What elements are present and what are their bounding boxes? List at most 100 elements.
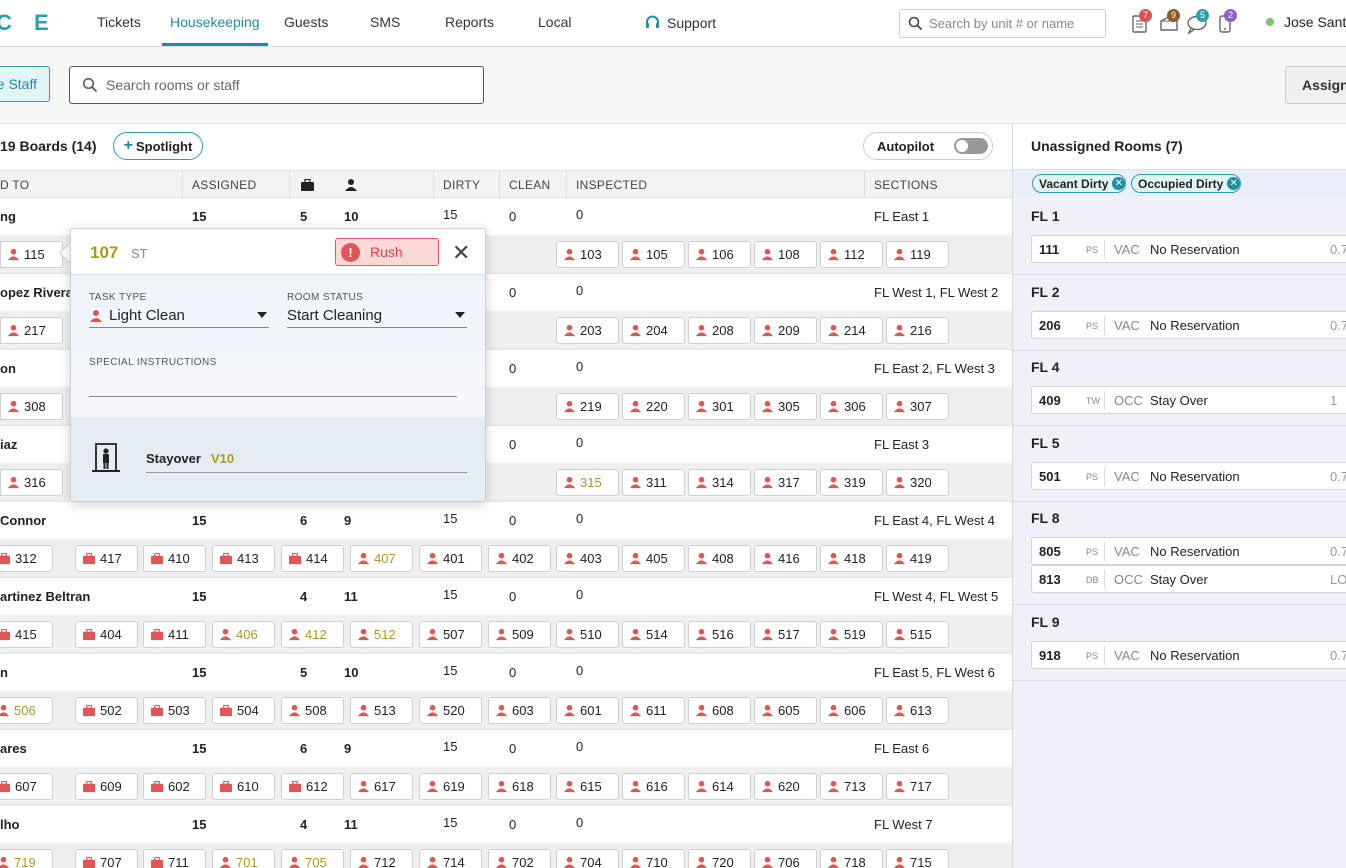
room-chip[interactable]: 719 [0, 849, 53, 868]
close-icon[interactable]: ✕ [1112, 177, 1126, 190]
room-chip[interactable]: 605 [754, 697, 817, 724]
tab-local[interactable]: Local [538, 14, 571, 30]
room-chip[interactable]: 618 [488, 773, 551, 800]
unassigned-room-row[interactable]: 918 PS VAC No Reservation 0.75 [1031, 641, 1346, 669]
staff-row[interactable]: ares 15 6 9 15 0 0 FL East 6 [0, 730, 1012, 768]
room-chip[interactable]: 510 [556, 621, 619, 648]
room-chip[interactable]: 612 [281, 773, 344, 800]
rush-button[interactable]: ! Rush [335, 238, 439, 266]
room-chip[interactable]: 504 [212, 697, 275, 724]
room-chip[interactable]: 509 [488, 621, 551, 648]
room-chip[interactable]: 607 [0, 773, 53, 800]
room-chip[interactable]: 314 [688, 469, 751, 496]
room-chip[interactable]: 402 [488, 545, 551, 572]
tab-guests[interactable]: Guests [284, 14, 328, 30]
room-chip[interactable]: 617 [350, 773, 413, 800]
room-chip[interactable]: 704 [556, 849, 619, 868]
support-link[interactable]: Support [644, 14, 716, 31]
unassigned-room-row[interactable]: 409 TW OCC Stay Over 1 [1031, 386, 1346, 414]
room-chip[interactable]: 720 [688, 849, 751, 868]
room-chip[interactable]: 112 [820, 241, 883, 268]
tab-reports[interactable]: Reports [445, 14, 494, 30]
room-chip[interactable]: 503 [143, 697, 206, 724]
room-chip[interactable]: 419 [886, 545, 949, 572]
user-menu[interactable]: Jose Santi [1266, 14, 1346, 30]
room-chip[interactable]: 705 [281, 849, 344, 868]
room-chip[interactable]: 502 [75, 697, 138, 724]
room-search-box[interactable] [69, 66, 484, 104]
room-chip[interactable]: 517 [754, 621, 817, 648]
room-chip[interactable]: 301 [688, 393, 751, 420]
room-chip[interactable]: 610 [212, 773, 275, 800]
assign-button[interactable]: Assign [1285, 66, 1346, 104]
room-chip[interactable]: 220 [622, 393, 685, 420]
room-chip[interactable]: 320 [886, 469, 949, 496]
room-chip[interactable]: 416 [754, 545, 817, 572]
room-chip[interactable]: 602 [143, 773, 206, 800]
room-chip[interactable]: 714 [419, 849, 482, 868]
room-chip[interactable]: 519 [820, 621, 883, 648]
room-chip[interactable]: 312 [0, 545, 53, 572]
toggle-switch[interactable] [954, 138, 989, 154]
room-chip[interactable]: 514 [622, 621, 685, 648]
col-sections[interactable]: SECTIONS [874, 178, 938, 192]
room-chip[interactable]: 620 [754, 773, 817, 800]
unassigned-room-row[interactable]: 206 PS VAC No Reservation 0.75 [1031, 311, 1346, 339]
room-chip[interactable]: 603 [488, 697, 551, 724]
room-chip[interactable]: 702 [488, 849, 551, 868]
unassigned-room-row[interactable]: 813 DB OCC Stay Over LO [1031, 565, 1346, 593]
room-chip[interactable]: 513 [350, 697, 413, 724]
room-chip[interactable]: 411 [143, 621, 206, 648]
unassigned-room-row[interactable]: 501 PS VAC No Reservation 0.75 [1031, 462, 1346, 490]
unassigned-room-row[interactable]: 805 PS VAC No Reservation 0.75 [1031, 537, 1346, 565]
room-chip[interactable]: 615 [556, 773, 619, 800]
room-chip[interactable]: 506 [0, 697, 53, 724]
room-chip[interactable]: 208 [688, 317, 751, 344]
col-assigned[interactable]: ASSIGNED [192, 178, 256, 192]
room-chip[interactable]: 520 [419, 697, 482, 724]
room-chip[interactable]: 515 [886, 621, 949, 648]
room-chip[interactable]: 305 [754, 393, 817, 420]
room-chip[interactable]: 712 [350, 849, 413, 868]
room-chip[interactable]: 209 [754, 317, 817, 344]
room-chip[interactable]: 717 [886, 773, 949, 800]
close-icon[interactable]: ✕ [1227, 177, 1241, 190]
room-chip[interactable]: 608 [688, 697, 751, 724]
room-chip[interactable]: 611 [622, 697, 685, 724]
tab-housekeeping[interactable]: Housekeeping [170, 14, 260, 30]
tab-sms[interactable]: SMS [370, 14, 400, 30]
room-chip[interactable]: 308 [0, 393, 63, 420]
room-chip[interactable]: 204 [622, 317, 685, 344]
room-chip[interactable]: 412 [281, 621, 344, 648]
room-chip[interactable]: 105 [622, 241, 685, 268]
room-chip[interactable]: 713 [820, 773, 883, 800]
room-chip[interactable]: 404 [75, 621, 138, 648]
room-chip[interactable]: 418 [820, 545, 883, 572]
room-chip[interactable]: 417 [75, 545, 138, 572]
room-chip[interactable]: 706 [754, 849, 817, 868]
col-inspected[interactable]: INSPECTED [576, 178, 647, 192]
room-chip[interactable]: 316 [0, 469, 63, 496]
room-chip[interactable]: 707 [75, 849, 138, 868]
app-logo[interactable]: C E [0, 10, 57, 36]
staff-row[interactable]: lho 15 4 11 15 0 0 FL West 7 [0, 806, 1012, 844]
room-chip[interactable]: 516 [688, 621, 751, 648]
col-dirty[interactable]: DIRTY [443, 178, 480, 192]
stayover-person-icon[interactable] [344, 178, 358, 192]
close-icon[interactable]: ✕ [452, 240, 470, 266]
room-chip[interactable]: 119 [886, 241, 949, 268]
room-status-select[interactable]: Start Cleaning [287, 304, 467, 328]
room-chip[interactable]: 319 [820, 469, 883, 496]
unassigned-room-row[interactable]: 111 PS VAC No Reservation 0.75 [1031, 235, 1346, 263]
room-chip[interactable]: 414 [281, 545, 344, 572]
room-chip[interactable]: 413 [212, 545, 275, 572]
room-chip[interactable]: 219 [556, 393, 619, 420]
room-chip[interactable]: 315 [556, 469, 619, 496]
filter-chip-vacant-dirty[interactable]: Vacant Dirty ✕ [1032, 174, 1127, 193]
room-chip[interactable]: 410 [143, 545, 206, 572]
room-chip[interactable]: 613 [886, 697, 949, 724]
tab-tickets[interactable]: Tickets [97, 14, 141, 30]
room-chip[interactable]: 106 [688, 241, 751, 268]
staff-row[interactable]: Connor 15 6 9 15 0 0 FL East 4, FL West 4 [0, 502, 1012, 540]
room-chip[interactable]: 614 [688, 773, 751, 800]
